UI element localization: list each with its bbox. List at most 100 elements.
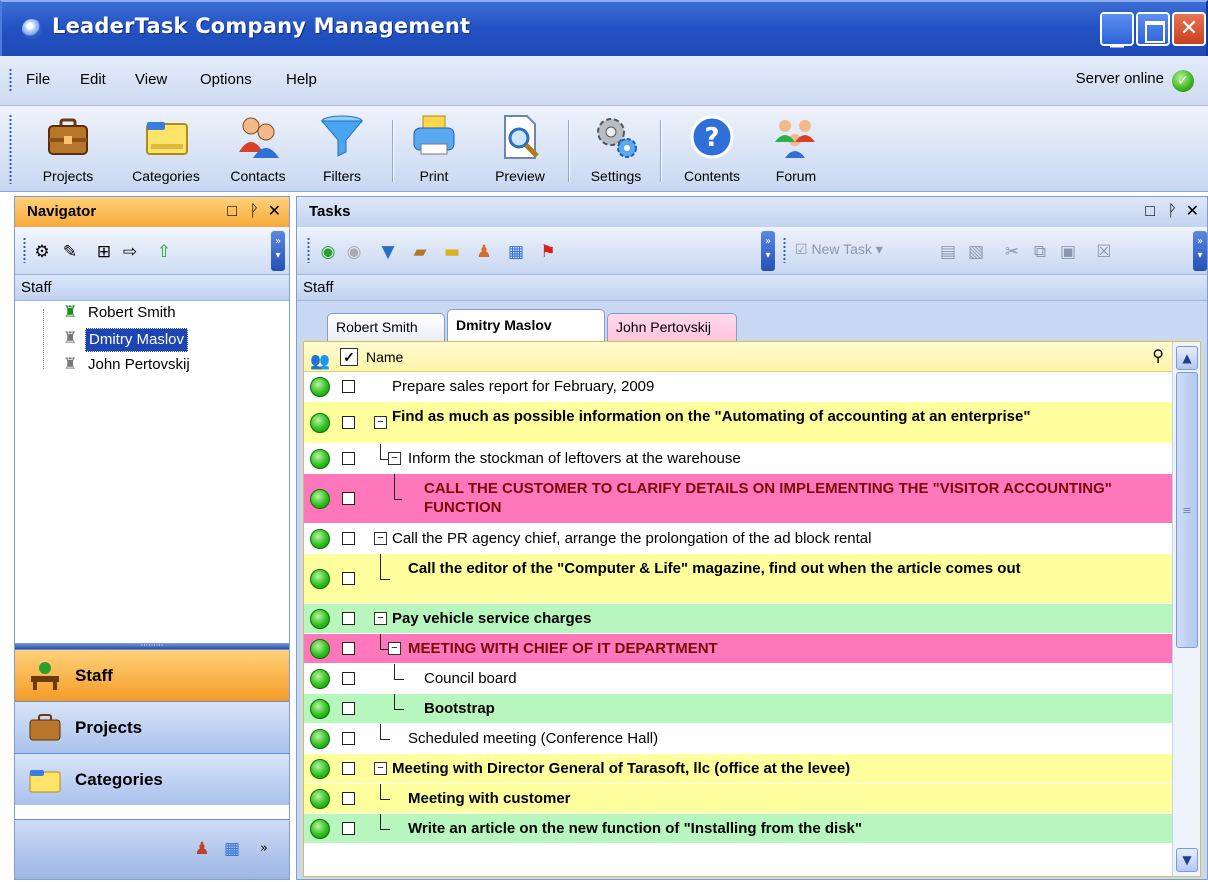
status-dot-icon[interactable] bbox=[310, 413, 330, 433]
task-row[interactable]: Write an article on the new function of … bbox=[304, 814, 1172, 844]
nav-button-categories[interactable]: Categories bbox=[15, 753, 289, 805]
status-dot-icon[interactable] bbox=[310, 729, 330, 749]
back-icon[interactable]: ◉ bbox=[317, 241, 339, 263]
task-checkbox[interactable] bbox=[342, 572, 355, 585]
nav-button-staff[interactable]: Staff bbox=[15, 649, 289, 701]
task-row[interactable]: Bootstrap bbox=[304, 694, 1172, 724]
new-task-button[interactable]: ☑ New Task ▾ bbox=[795, 241, 883, 258]
scroll-up-button[interactable]: ▲ bbox=[1176, 346, 1198, 370]
up-arrow-icon[interactable]: ⇧ bbox=[153, 241, 175, 263]
menu-options[interactable]: Options bbox=[200, 71, 252, 88]
toolbar-overflow-button-2[interactable]: » ▾ bbox=[1193, 231, 1207, 271]
categories-button[interactable]: Categories bbox=[116, 110, 216, 188]
task-row[interactable]: − Meeting with Director General of Taraso… bbox=[304, 754, 1172, 784]
task-row[interactable]: Scheduled meeting (Conference Hall) bbox=[304, 724, 1172, 754]
forward-icon[interactable]: ◉ bbox=[343, 241, 365, 263]
task-row[interactable]: Council board bbox=[304, 664, 1172, 694]
close-button[interactable]: ✕ bbox=[1172, 12, 1206, 46]
collapse-toggle[interactable]: − bbox=[374, 612, 387, 625]
status-dot-icon[interactable] bbox=[310, 759, 330, 779]
contacts-button[interactable]: Contacts bbox=[220, 110, 296, 188]
more-buttons-icon[interactable]: » bbox=[253, 838, 275, 860]
task-row[interactable]: − Find as much as possible information on… bbox=[304, 402, 1172, 444]
contacts-small-icon[interactable]: ♟ bbox=[191, 838, 213, 860]
menu-edit[interactable]: Edit bbox=[80, 71, 106, 88]
category-dropdown-icon[interactable]: ▬ bbox=[441, 241, 463, 263]
status-dot-icon[interactable] bbox=[310, 669, 330, 689]
delete-icon[interactable]: ☒ bbox=[1093, 241, 1115, 263]
project-dropdown-icon[interactable]: ▰ bbox=[409, 241, 431, 263]
collapse-toggle[interactable]: − bbox=[374, 416, 387, 429]
task-checkbox[interactable] bbox=[342, 732, 355, 745]
task-checkbox[interactable] bbox=[342, 416, 355, 429]
status-dot-icon[interactable] bbox=[310, 377, 330, 397]
collapse-toggle[interactable]: − bbox=[374, 532, 387, 545]
forum-button[interactable]: Forum bbox=[764, 110, 828, 188]
status-dot-icon[interactable] bbox=[310, 529, 330, 549]
minimize-button[interactable]: _ bbox=[1100, 12, 1134, 48]
flag-dropdown-icon[interactable]: ⚑ bbox=[537, 241, 559, 263]
collapse-toggle[interactable]: − bbox=[374, 762, 387, 775]
task-row[interactable]: − MEETING WITH CHIEF OF IT DEPARTMENT bbox=[304, 634, 1172, 664]
tab-john-pertovskij[interactable]: John Pertovskij bbox=[607, 313, 737, 341]
task-checkbox[interactable] bbox=[342, 380, 355, 393]
vertical-scrollbar[interactable]: ▲ ≡ ▼ bbox=[1172, 342, 1200, 876]
done-column-checkbox[interactable]: ✓ bbox=[340, 348, 358, 366]
date-dropdown-icon[interactable]: ▦ bbox=[505, 241, 527, 263]
menu-help[interactable]: Help bbox=[286, 71, 317, 88]
task-checkbox[interactable] bbox=[342, 792, 355, 805]
close-panel-icon[interactable]: ✕ bbox=[1186, 197, 1199, 227]
scroll-thumb[interactable]: ≡ bbox=[1176, 372, 1198, 648]
toolbar-overflow-button[interactable]: » ▾ bbox=[271, 231, 285, 271]
task-row[interactable]: − Pay vehicle service charges bbox=[304, 604, 1172, 634]
contents-button[interactable]: ? Contents bbox=[670, 110, 754, 188]
name-column-header[interactable]: Name bbox=[366, 342, 403, 372]
status-dot-icon[interactable] bbox=[310, 489, 330, 509]
tasks-toolbar-grip[interactable] bbox=[307, 237, 310, 263]
maximize-button[interactable] bbox=[1136, 12, 1170, 46]
status-dot-icon[interactable] bbox=[310, 609, 330, 629]
task-row[interactable]: − Call the PR agency chief, arrange the p… bbox=[304, 524, 1172, 554]
task-row[interactable]: Prepare sales report for February, 2009 bbox=[304, 372, 1172, 402]
pin-icon[interactable]: ᚹ bbox=[1167, 197, 1177, 227]
status-dot-icon[interactable] bbox=[310, 819, 330, 839]
contact-dropdown-icon[interactable]: ♟ bbox=[473, 241, 495, 263]
filter-dropdown-icon[interactable]: ▼ bbox=[377, 241, 399, 263]
task-checkbox[interactable] bbox=[342, 532, 355, 545]
tab-dmitry-maslov[interactable]: Dmitry Maslov bbox=[447, 309, 605, 341]
scroll-down-button[interactable]: ▼ bbox=[1176, 848, 1198, 872]
menu-view[interactable]: View bbox=[135, 71, 167, 88]
task-row[interactable]: Meeting with customer bbox=[304, 784, 1172, 814]
status-dot-icon[interactable] bbox=[310, 569, 330, 589]
tasks-toolbar-grip-2[interactable] bbox=[783, 237, 786, 263]
float-icon[interactable]: □ bbox=[1145, 197, 1155, 227]
preview-button[interactable]: Preview bbox=[482, 110, 558, 188]
status-dot-icon[interactable] bbox=[310, 789, 330, 809]
task-checkbox[interactable] bbox=[342, 672, 355, 685]
paste-icon[interactable]: ▣ bbox=[1057, 241, 1079, 263]
add-staff-icon[interactable]: ⚙ bbox=[31, 241, 53, 263]
calendar-small-icon[interactable]: ▦ bbox=[221, 838, 243, 860]
task-row[interactable]: CALL THE CUSTOMER TO CLARIFY DETAILS ON … bbox=[304, 474, 1172, 524]
navigator-toolbar-grip[interactable] bbox=[23, 237, 26, 263]
task-checkbox[interactable] bbox=[342, 492, 355, 505]
toolbar-grip[interactable] bbox=[9, 114, 12, 184]
projects-button[interactable]: Projects bbox=[26, 110, 110, 188]
subtask-icon[interactable]: ▧ bbox=[965, 241, 987, 263]
close-panel-icon[interactable]: ✕ bbox=[268, 197, 281, 227]
search-icon[interactable]: ⚲ bbox=[1152, 342, 1164, 372]
task-checkbox[interactable] bbox=[342, 642, 355, 655]
collapse-toggle[interactable]: − bbox=[388, 642, 401, 655]
float-icon[interactable]: □ bbox=[227, 197, 237, 227]
filters-button[interactable]: Filters bbox=[310, 110, 374, 188]
task-row[interactable]: − Inform the stockman of leftovers at the… bbox=[304, 444, 1172, 474]
collapse-toggle[interactable]: − bbox=[388, 452, 401, 465]
menu-grip[interactable] bbox=[9, 68, 12, 92]
task-row[interactable]: Call the editor of the "Computer & Life"… bbox=[304, 554, 1172, 604]
task-checkbox[interactable] bbox=[342, 452, 355, 465]
edit-staff-icon[interactable]: ✎ bbox=[59, 241, 81, 263]
task-properties-icon[interactable]: ▤ bbox=[937, 241, 959, 263]
status-dot-icon[interactable] bbox=[310, 639, 330, 659]
task-checkbox[interactable] bbox=[342, 612, 355, 625]
task-checkbox[interactable] bbox=[342, 762, 355, 775]
